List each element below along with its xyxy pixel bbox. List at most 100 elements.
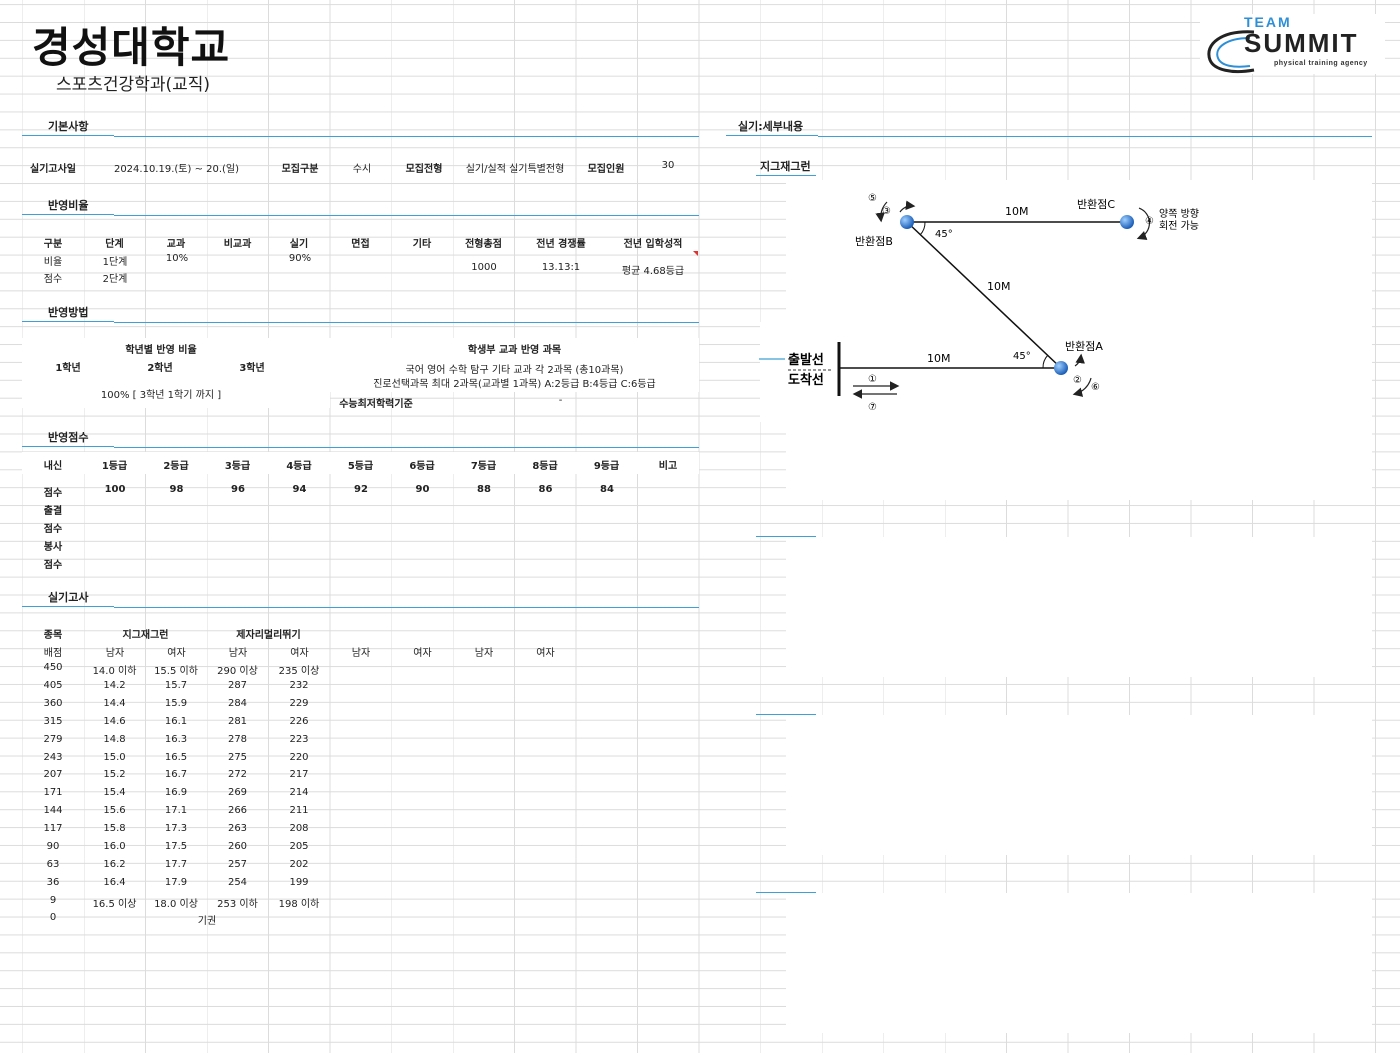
ratio-header-5: 면접 <box>351 239 370 250</box>
score-header-7: 7등급 <box>470 461 497 472</box>
table-row-7-cell-0: 171 <box>43 787 63 799</box>
score-value-9: 84 <box>600 484 614 495</box>
table-row-11-cell-3: 257 <box>227 858 248 870</box>
table-row-8-cell-2: 17.1 <box>164 805 188 817</box>
table-row-5-cell-1: 15.0 <box>103 751 126 763</box>
table-row-0-cell-4: 235 이상 <box>278 666 320 677</box>
score-value-6: 90 <box>415 484 430 495</box>
score-value-1: 100 <box>104 484 126 495</box>
year-ratio-value: 100% [ 3학년 1학기 까지 ] <box>100 390 222 401</box>
score-value-3: 96 <box>231 484 245 495</box>
volunteer-label: 봉사 <box>43 542 63 553</box>
table-row-9-cell-1: 15.8 <box>103 823 126 835</box>
table-row-3-cell-1: 14.6 <box>103 715 126 727</box>
ratio-header-3: 비교과 <box>223 239 252 250</box>
admission-track-label: 모집전형 <box>405 164 443 175</box>
table-row-2-cell-1: 14.4 <box>103 697 126 709</box>
angle-arc-a <box>1042 354 1049 369</box>
table-row-6-cell-2: 16.7 <box>164 769 188 781</box>
score-header-9: 9등급 <box>593 461 620 472</box>
score-header-8: 8등급 <box>532 461 558 472</box>
table-row-10-cell-0: 90 <box>46 841 60 852</box>
segment-a-b <box>906 221 1062 369</box>
table-row-2-cell-4: 229 <box>289 697 309 709</box>
table-row-12-cell-1: 16.4 <box>103 876 126 888</box>
table-row-13-cell-3: 253 이하 <box>217 898 258 910</box>
ratio-subject: 10% <box>165 253 189 264</box>
table-row-12-cell-4: 199 <box>289 876 309 888</box>
ratio-header-4: 실기 <box>289 239 309 250</box>
table-row-13-cell-0: 9 <box>49 894 57 906</box>
year-3: 3학년 <box>239 363 265 374</box>
total-score: 1000 <box>471 262 497 273</box>
table-row-1-cell-3: 287 <box>227 679 248 691</box>
score-value-2: 98 <box>169 484 184 495</box>
table-row-5-cell-4: 220 <box>289 751 309 763</box>
point-c-label: 반환점C <box>1077 198 1115 211</box>
score-value-5: 92 <box>354 484 368 495</box>
step-4: ④ <box>1145 216 1154 227</box>
table-row-0-cell-2: 15.5 이하 <box>154 666 198 677</box>
table-row-8-cell-1: 15.6 <box>103 805 126 817</box>
table-row-13-cell-4: 198 이하 <box>278 898 320 910</box>
table-row-9-cell-0: 117 <box>43 823 63 835</box>
csat-min-value: - <box>558 395 563 406</box>
step-1: ① <box>868 374 877 385</box>
score-value-4: 94 <box>292 484 307 495</box>
point-c-marker <box>1120 215 1134 229</box>
step-3: ③ <box>882 206 891 217</box>
zigzag-diagram: 출발선 도착선 반환점A 반환점B 반환점C 10M 10M 10M 45° 4… <box>759 193 1199 413</box>
table-row-4-cell-2: 16.3 <box>164 733 188 745</box>
subject-title: 학생부 교과 반영 과목 <box>467 345 562 356</box>
table-row-9-cell-4: 208 <box>289 823 309 835</box>
table-row-7-cell-2: 16.9 <box>164 787 188 799</box>
ratio-header-1: 단계 <box>105 239 124 250</box>
table-row-3-cell-3: 281 <box>227 715 248 727</box>
page-title: 경성대학교 <box>32 23 231 72</box>
table-row-2-cell-2: 15.9 <box>164 697 188 709</box>
table-row-0-cell-3: 290 이상 <box>217 666 258 677</box>
table-row-forfeit: 기권 <box>197 916 217 927</box>
year-1: 1학년 <box>55 363 81 374</box>
subheader-1: 여자 <box>167 648 186 659</box>
subheader-4: 남자 <box>351 648 371 659</box>
table-row-7-cell-4: 214 <box>289 787 309 799</box>
csat-min-label: 수능최저학력기준 <box>339 399 413 410</box>
score-header-4: 4등급 <box>286 461 312 472</box>
table-row-4-cell-0: 279 <box>43 733 63 745</box>
admission-type-label: 모집구분 <box>281 164 319 175</box>
score-value-8: 86 <box>538 484 553 495</box>
angle-a-label: 45° <box>1013 351 1031 362</box>
table-row-6-cell-4: 217 <box>289 769 309 781</box>
table-row-8-cell-0: 144 <box>43 805 63 817</box>
table-row-5-cell-2: 16.5 <box>164 751 188 763</box>
event-zigzag: 지그재그런 <box>122 630 169 641</box>
score-value-7: 88 <box>477 484 491 495</box>
ratio-header-9: 전년 입학성적 <box>623 239 683 250</box>
rotate-b-inner-icon <box>899 200 916 213</box>
finish-line-label: 도착선 <box>788 372 824 388</box>
exam-date-value: 2024.10.19.(토) ~ 20.(일) <box>113 164 240 175</box>
table-row-8-cell-3: 266 <box>227 805 248 817</box>
step-2: ② <box>1073 375 1082 386</box>
table-row-7-cell-1: 15.4 <box>103 787 126 799</box>
table-row-10-cell-1: 16.0 <box>103 841 126 852</box>
table-row-11-cell-0: 63 <box>46 858 60 870</box>
section-score: 반영점수 <box>22 429 699 448</box>
year-2: 2학년 <box>147 363 173 374</box>
step-5: ⑤ <box>868 193 877 204</box>
table-row-6-cell-1: 15.2 <box>103 769 126 781</box>
score-header-1: 1등급 <box>101 461 128 472</box>
ratio-row2-label: 점수 <box>43 274 63 285</box>
ratio-header-6: 기타 <box>412 239 432 250</box>
subheader-3: 여자 <box>290 648 309 659</box>
table-row-2-cell-0: 360 <box>43 697 63 709</box>
table-row-10-cell-4: 205 <box>289 841 309 852</box>
table-row-5-cell-0: 243 <box>43 751 63 763</box>
event-label: 종목 <box>43 630 63 641</box>
table-row-4-cell-3: 278 <box>227 733 248 745</box>
table-row-12-cell-3: 254 <box>227 876 248 888</box>
table-row-1-cell-4: 232 <box>289 679 309 691</box>
subject-line1: 국어 영어 수학 탐구 기타 교과 각 2과목 (총10과목) <box>405 365 624 376</box>
table-row-3-cell-4: 226 <box>289 715 309 727</box>
